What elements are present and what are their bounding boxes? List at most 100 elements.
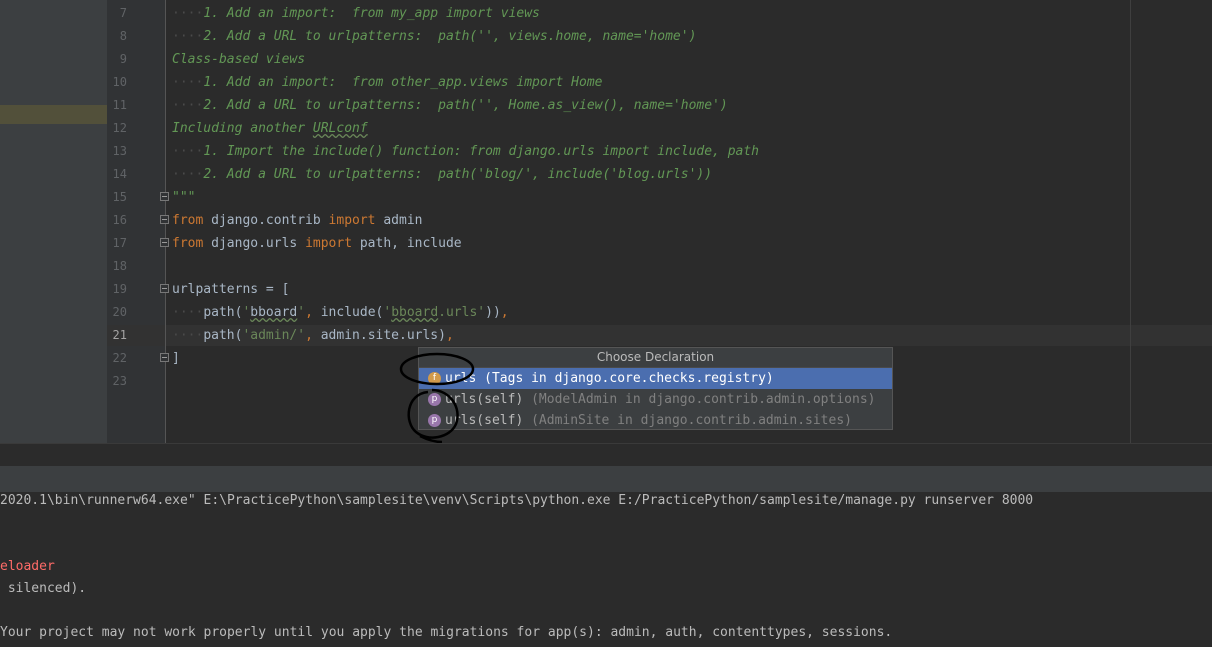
code-token: )) <box>485 305 501 320</box>
line-number: 19 <box>112 282 127 296</box>
code-token: ···· <box>172 305 204 320</box>
code-token: path( <box>203 328 243 343</box>
right-margin-guide <box>1130 0 1131 443</box>
declaration-location: (Tags in django.core.checks.registry) <box>484 371 774 386</box>
code-token: django.urls <box>211 236 306 251</box>
code-line[interactable]: ····1. Add an import: from my_app import… <box>172 2 540 25</box>
code-token: , <box>305 305 321 320</box>
code-token: bboard <box>391 305 439 320</box>
code-line[interactable]: ····path('bboard', include('bboard.urls'… <box>172 301 509 324</box>
annotation-circle-top <box>399 352 475 386</box>
code-token: include( <box>320 305 384 320</box>
code-token: 2. Add a URL to urlpatterns: path('blog/… <box>203 167 713 182</box>
code-token: ' <box>297 305 306 320</box>
code-token: 1. Import the include() function: from d… <box>203 144 760 159</box>
code-token: path, include <box>359 236 462 251</box>
console-silenced-line: silenced). <box>0 581 87 596</box>
code-token: admin.site.urls) <box>320 328 446 343</box>
code-token: ···· <box>172 75 204 90</box>
declaration-option[interactable]: p urls(self) (ModelAdmin in django.contri… <box>419 389 892 410</box>
fold-icon[interactable] <box>160 215 169 224</box>
code-token: 'admin/' <box>242 328 306 343</box>
fold-icon[interactable] <box>160 238 169 247</box>
fold-icon[interactable] <box>160 192 169 201</box>
editor-bottom-area <box>0 443 1212 467</box>
code-line[interactable]: ] <box>172 347 180 370</box>
project-panel-edge <box>0 0 107 466</box>
line-number: 12 <box>112 121 127 135</box>
code-token: 1. Add an import: from my_app import vie… <box>203 6 540 21</box>
annotation-circle-bottom <box>407 388 459 444</box>
code-token: Including another <box>172 121 313 136</box>
code-token: 2. Add a URL to urlpatterns: path('', Ho… <box>203 98 728 113</box>
code-line[interactable]: Class-based views <box>172 48 305 71</box>
code-token: urlpatterns = [ <box>172 282 290 297</box>
fold-icon[interactable] <box>160 284 169 293</box>
code-token: ···· <box>172 29 204 44</box>
code-line[interactable]: """ <box>172 186 195 209</box>
code-token: ···· <box>172 98 204 113</box>
code-token: , <box>305 328 321 343</box>
line-number: 18 <box>112 259 127 273</box>
code-token: , <box>445 328 454 343</box>
line-number: 14 <box>112 167 127 181</box>
hand-drawn-annotation <box>399 352 475 444</box>
code-line[interactable]: ····2. Add a URL to urlpatterns: path(''… <box>172 25 696 48</box>
code-line[interactable]: ····1. Import the include() function: fr… <box>172 140 759 163</box>
code-line[interactable]: from django.urls import path, include <box>172 232 462 255</box>
code-line[interactable]: ····path('admin/', admin.site.urls), <box>172 324 454 347</box>
code-line[interactable]: urlpatterns = [ <box>172 278 289 301</box>
declaration-location: (AdminSite in django.contrib.admin.sites… <box>531 413 852 428</box>
code-token: from <box>172 236 212 251</box>
code-token: admin <box>383 213 423 228</box>
line-number: 9 <box>119 52 127 66</box>
line-number: 17 <box>112 236 127 250</box>
popup-title: Choose Declaration <box>419 348 892 368</box>
code-line[interactable]: Including another URLconf <box>172 117 368 140</box>
code-token: ] <box>172 351 180 366</box>
code-token: Class-based views <box>172 52 306 67</box>
code-token: bboard <box>250 305 298 320</box>
declaration-location: (ModelAdmin in django.contrib.admin.opti… <box>531 392 876 407</box>
line-number: 23 <box>112 374 127 388</box>
run-console[interactable]: 2020.1\bin\runnerw64.exe" E:\PracticePyt… <box>0 492 1212 647</box>
declaration-option[interactable]: f urls (Tags in django.core.checks.regist… <box>419 368 892 389</box>
line-number: 21 <box>112 328 127 342</box>
code-line[interactable]: ····2. Add a URL to urlpatterns: path(''… <box>172 94 728 117</box>
code-token: path( <box>203 305 243 320</box>
line-number: 7 <box>119 6 127 20</box>
code-line[interactable]: ····1. Add an import: from other_app.vie… <box>172 71 602 94</box>
project-panel-highlight <box>0 105 107 124</box>
code-token: ···· <box>172 167 204 182</box>
console-reloader-line: eloader <box>0 559 55 574</box>
code-token: 1. Add an import: from other_app.views i… <box>203 75 603 90</box>
code-token: ···· <box>172 6 204 21</box>
line-number: 13 <box>112 144 127 158</box>
line-number: 20 <box>112 305 127 319</box>
line-number: 10 <box>112 75 127 89</box>
code-line[interactable]: ····2. Add a URL to urlpatterns: path('b… <box>172 163 712 186</box>
code-token: ···· <box>172 328 204 343</box>
fold-icon[interactable] <box>160 353 169 362</box>
code-token: , <box>500 305 509 320</box>
run-tool-window-header[interactable] <box>0 466 1212 492</box>
code-token: import <box>328 213 384 228</box>
declaration-option[interactable]: p urls(self) (AdminSite in django.contrib… <box>419 410 892 431</box>
code-token: import <box>305 236 360 251</box>
line-number: 16 <box>112 213 127 227</box>
code-token: .urls' <box>438 305 486 320</box>
console-migrations-warning: Your project may not work properly until… <box>0 625 893 640</box>
code-line[interactable]: from django.contrib import admin <box>172 209 422 232</box>
code-token: django.contrib <box>211 213 329 228</box>
line-number: 8 <box>119 29 127 43</box>
code-token: from <box>172 213 212 228</box>
choose-declaration-popup: Choose Declaration f urls (Tags in django… <box>418 347 893 430</box>
code-token: 2. Add a URL to urlpatterns: path('', vi… <box>203 29 697 44</box>
code-token: URLconf <box>312 121 368 136</box>
line-number: 15 <box>112 190 127 204</box>
line-number: 11 <box>112 98 127 112</box>
code-token: """ <box>172 190 196 205</box>
code-token: ···· <box>172 144 204 159</box>
code-token: ' <box>383 305 392 320</box>
console-command-line: 2020.1\bin\runnerw64.exe" E:\PracticePyt… <box>0 493 1034 508</box>
